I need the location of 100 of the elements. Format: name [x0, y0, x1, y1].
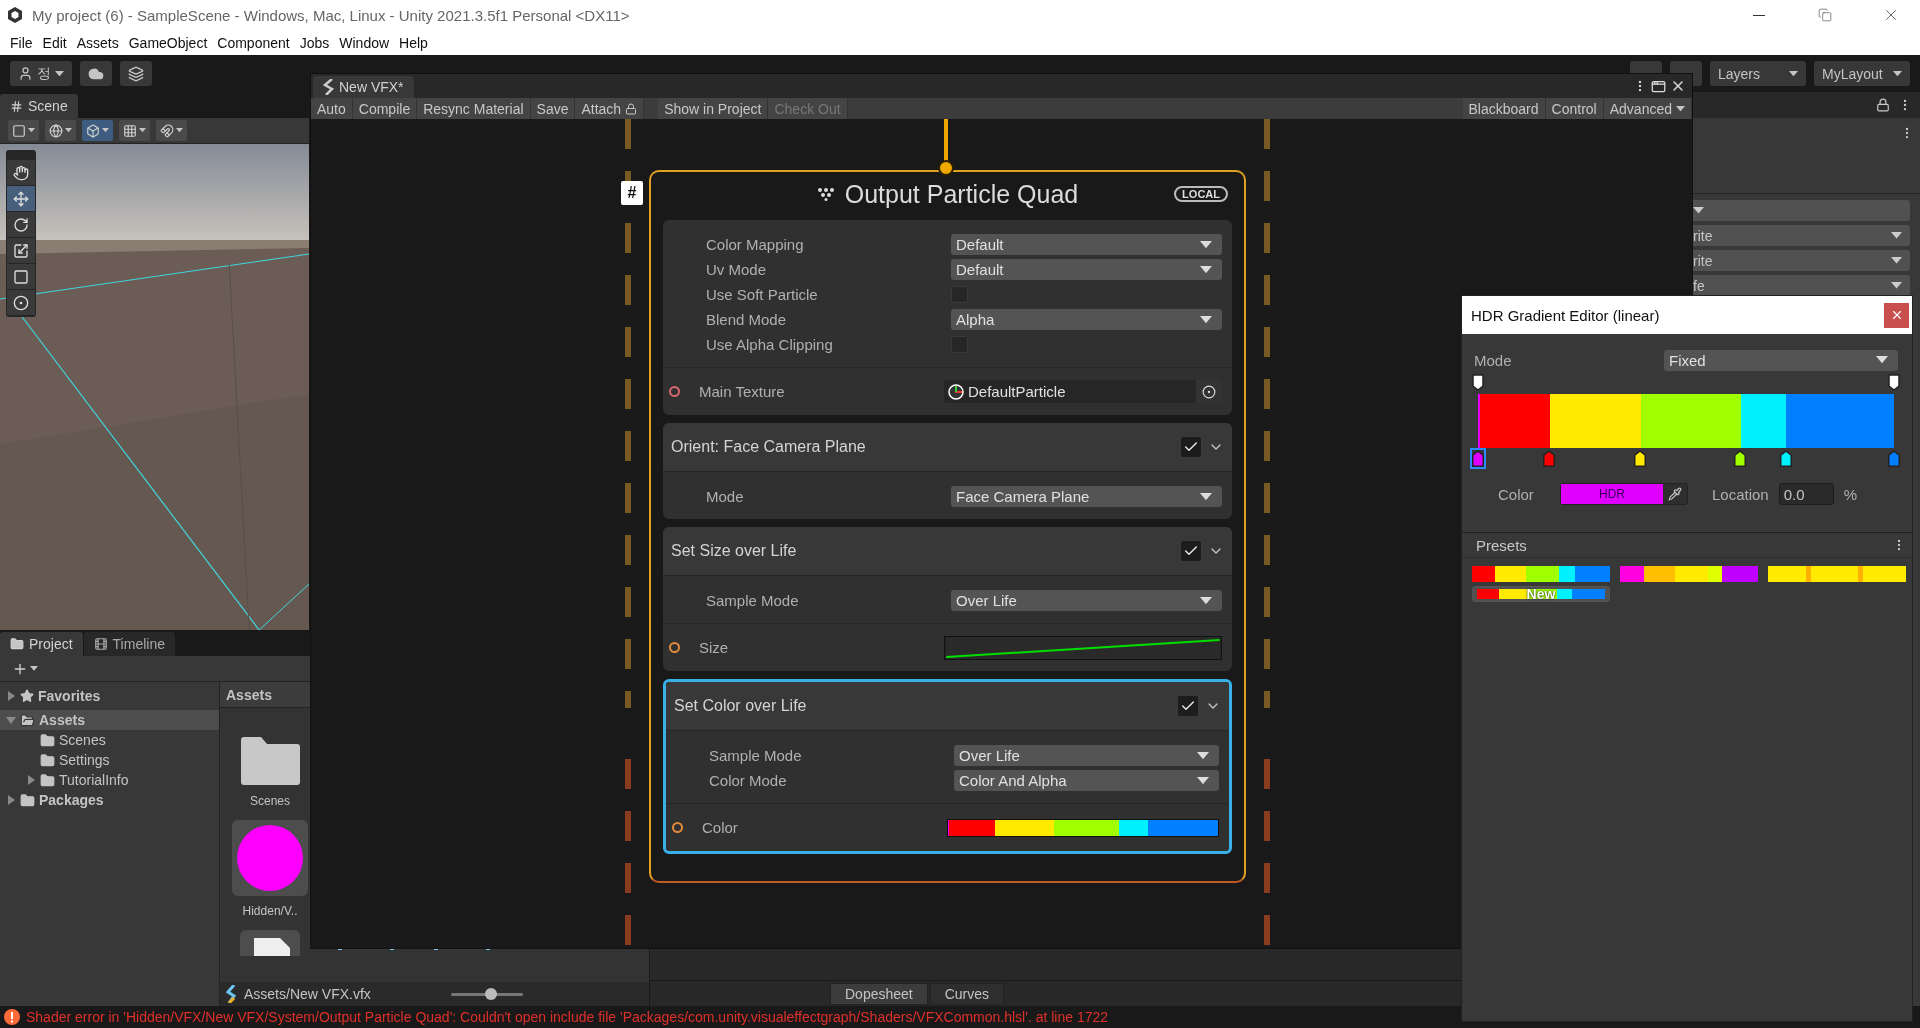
view-button[interactable] [156, 120, 187, 141]
dropdown[interactable]: Over Life [954, 745, 1219, 766]
slider-thumb[interactable] [484, 987, 497, 1000]
panel-tab[interactable]: Project [0, 632, 83, 656]
color-key-marker[interactable] [1634, 450, 1647, 467]
dropdown[interactable]: Over Life [951, 590, 1222, 611]
gradient-preset[interactable] [1472, 566, 1610, 582]
dropdown[interactable]: rite [1693, 250, 1910, 271]
color-key-marker[interactable] [1779, 450, 1792, 467]
panel-tab[interactable]: Timeline [83, 632, 175, 656]
eyedropper-icon[interactable] [1668, 487, 1682, 501]
block-title: Set Color over Life [674, 697, 808, 715]
toolbar-button[interactable]: Auto [311, 98, 353, 119]
toolbar-button[interactable]: Attach [575, 98, 645, 119]
tool-button[interactable] [7, 238, 35, 263]
account-button[interactable]: 정 [10, 61, 72, 86]
layout-dropdown[interactable]: MyLayout [1814, 61, 1910, 86]
flow-port[interactable] [938, 160, 954, 176]
toolbar-button[interactable]: Advanced [1603, 98, 1692, 119]
color-key-marker[interactable] [1888, 450, 1900, 467]
caret-icon [1200, 240, 1212, 249]
color-field[interactable]: HDR [1560, 483, 1688, 505]
collapsed-arrow-icon[interactable] [6, 795, 16, 805]
maximize-icon[interactable] [1651, 78, 1666, 94]
checkbox[interactable] [1180, 540, 1202, 562]
window-tab[interactable]: New VFX* [313, 76, 414, 98]
dropdown[interactable]: rite [1693, 225, 1910, 246]
tree-label: TutorialInfo [59, 772, 129, 788]
view-button[interactable] [45, 120, 76, 141]
location-field[interactable]: 0.0 [1778, 483, 1834, 505]
node-block[interactable]: Set Size over Life Sample Mode Over Life Size [663, 527, 1232, 671]
view-mode-tab[interactable]: Dopesheet [830, 982, 928, 1005]
dropdown[interactable]: fe [1693, 275, 1910, 296]
menu-item[interactable]: GameObject [124, 32, 212, 53]
collaborate-button[interactable] [120, 61, 152, 86]
tree-item[interactable]: Favorites [0, 686, 219, 706]
toolbar-button[interactable]: Resync Material [417, 98, 531, 119]
tree-item[interactable]: Packages [0, 790, 219, 810]
layers-dropdown[interactable]: Layers [1710, 61, 1806, 86]
toolbar-button[interactable]: Show in Project [658, 98, 769, 119]
node-block[interactable]: Set Color over Life Sample Mode Over Life Color Mode Color And Alpha Color [663, 679, 1232, 854]
mode-dropdown[interactable]: Fixed [1664, 349, 1898, 371]
lock-icon[interactable] [1876, 98, 1890, 112]
dropdown[interactable]: Default [951, 234, 1222, 255]
checkbox[interactable] [1177, 695, 1199, 717]
tool-button[interactable] [7, 264, 35, 289]
dropdown[interactable]: Default [951, 259, 1222, 280]
port-dot[interactable] [672, 822, 683, 833]
gradient-preset[interactable] [1620, 566, 1758, 582]
view-button[interactable] [119, 120, 150, 141]
menu-item[interactable]: Assets [72, 32, 123, 53]
dropdown[interactable]: Face Camera Plane [951, 486, 1222, 507]
expanded-arrow-icon[interactable] [6, 715, 16, 725]
view-button[interactable] [82, 120, 113, 141]
toolbar-button[interactable]: Save [530, 98, 576, 119]
dropdown[interactable]: Alpha [951, 309, 1222, 330]
tool-button[interactable] [7, 290, 35, 315]
dropdown[interactable]: Color And Alpha [954, 770, 1219, 791]
menu-item[interactable]: Help [395, 32, 432, 53]
alpha-key-marker[interactable] [1472, 374, 1484, 391]
curve-field[interactable] [944, 635, 1222, 660]
view-mode-tab[interactable]: Curves [929, 982, 1005, 1005]
tool-button[interactable] [7, 186, 35, 211]
menu-item[interactable]: Jobs [295, 32, 334, 53]
toolbar-button[interactable]: Control [1545, 98, 1604, 119]
alpha-key-marker[interactable] [1888, 374, 1900, 391]
menu-item[interactable]: Component [213, 32, 294, 53]
color-swatch[interactable]: HDR [1561, 484, 1663, 504]
toolbar-button[interactable]: Blackboard [1462, 98, 1546, 119]
color-key-marker[interactable] [1734, 450, 1747, 467]
space-badge[interactable]: LOCAL [1174, 186, 1228, 202]
asset-label: Scenes [250, 794, 290, 808]
port-dot[interactable] [669, 386, 680, 397]
toolbar-button[interactable]: Compile [352, 98, 418, 119]
menu-item[interactable]: Edit [38, 32, 71, 53]
close-button[interactable] [1884, 302, 1909, 328]
port-dot[interactable] [669, 642, 680, 653]
scene-tab[interactable]: Scene [0, 94, 78, 118]
menu-item[interactable]: Window [335, 32, 394, 53]
collapsed-arrow-icon[interactable] [6, 691, 16, 701]
menu-item[interactable]: File [6, 32, 37, 53]
color-key-marker[interactable] [1472, 450, 1484, 467]
context-node[interactable] [649, 170, 1246, 883]
node-block[interactable]: Orient: Face Camera Plane Mode Face Camera Plane [663, 423, 1232, 519]
tree-item[interactable]: Settings [0, 750, 219, 770]
view-button[interactable] [8, 120, 39, 141]
anchor-badge[interactable]: # [621, 181, 643, 205]
tree-item[interactable]: Scenes [0, 730, 219, 750]
tree-item[interactable]: TutorialInfo [0, 770, 219, 790]
cloud-button[interactable] [80, 61, 112, 86]
material-thumbnail[interactable] [232, 820, 308, 896]
gradient-field[interactable] [947, 818, 1219, 837]
checkbox[interactable] [1180, 436, 1202, 458]
object-field[interactable]: DefaultParticle [944, 380, 1222, 403]
color-key-marker[interactable] [1542, 450, 1555, 467]
tool-button[interactable] [7, 160, 35, 185]
tree-item[interactable]: Assets [0, 710, 219, 730]
collapsed-arrow-icon[interactable] [26, 775, 36, 785]
tool-button[interactable] [7, 212, 35, 237]
vfx-icon [323, 79, 335, 95]
